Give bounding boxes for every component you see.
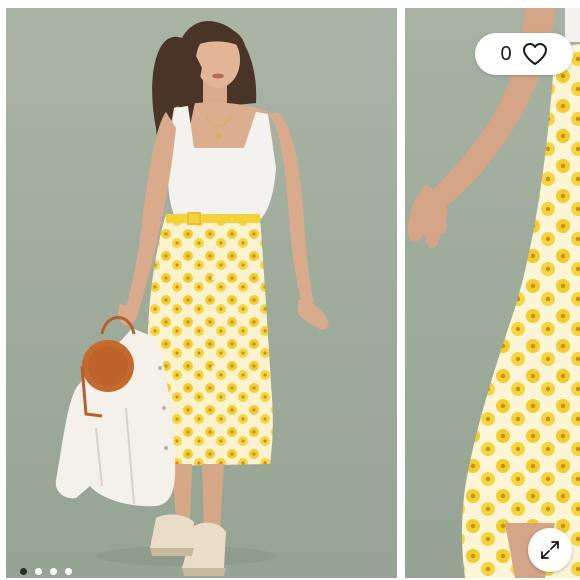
gallery-pagination [20, 568, 72, 575]
like-button[interactable]: 0 [475, 33, 573, 75]
gallery-slide-model-full[interactable] [6, 8, 397, 578]
pagination-dot-1[interactable] [20, 568, 27, 575]
heart-icon [522, 43, 547, 65]
pagination-dot-3[interactable] [50, 568, 57, 575]
gallery-slide-skirt-detail[interactable] [405, 8, 580, 578]
pagination-dot-2[interactable] [35, 568, 42, 575]
pagination-dot-4[interactable] [65, 568, 72, 575]
like-count: 0 [500, 42, 512, 65]
expand-arrows-icon [541, 541, 559, 559]
product-image-gallery: 0 [0, 0, 580, 580]
expand-button[interactable] [528, 528, 572, 572]
skirt-detail-photo [408, 8, 580, 578]
model-photo [55, 20, 329, 576]
